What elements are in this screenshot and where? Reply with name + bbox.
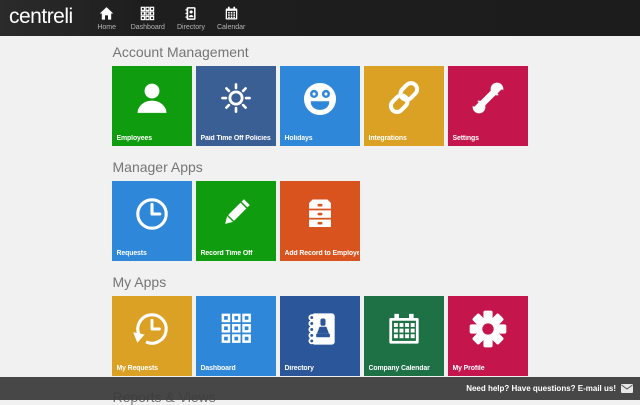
sun-icon xyxy=(215,77,257,124)
tile-company-calendar[interactable]: Company Calendar xyxy=(363,296,444,376)
nav-label: Dashboard xyxy=(130,24,165,31)
tile-record-time-off[interactable]: Record Time Off xyxy=(195,181,276,261)
top-bar: centreli Home Dashboard Directory Calend… xyxy=(0,0,640,36)
nav-label: Calendar xyxy=(216,24,246,31)
chain-link-icon xyxy=(383,77,425,124)
tile-employees[interactable]: Employees xyxy=(111,66,192,146)
home-icon xyxy=(99,4,114,22)
tile-dashboard[interactable]: Dashboard xyxy=(195,296,276,376)
clock-icon xyxy=(130,192,174,241)
tile-label: Dashboard xyxy=(200,365,236,372)
file-drawers-icon xyxy=(299,192,341,239)
person-icon xyxy=(131,77,173,124)
nav-label: Directory xyxy=(176,24,205,31)
nav-label: Home xyxy=(97,24,117,31)
section-title-manager-apps: Manager Apps xyxy=(112,159,203,175)
tile-label: Record Time Off xyxy=(200,250,253,257)
envelope-icon[interactable] xyxy=(621,384,633,393)
notebook-contact-icon xyxy=(298,307,342,356)
tile-row-manager-apps: Requests Record Time Off Add Record to E… xyxy=(111,181,529,261)
gear-icon xyxy=(466,307,510,356)
section-title-my-apps: My Apps xyxy=(112,274,167,290)
tile-label: Holidays xyxy=(284,135,313,142)
nav-item-calendar[interactable]: Calendar xyxy=(211,0,251,31)
tile-label: Requests xyxy=(116,250,147,257)
tile-row-account-management: Employees Paid Time Off Policies Holiday… xyxy=(111,66,529,146)
section-title-account-management: Account Management xyxy=(112,44,249,60)
tile-add-record-to-employee[interactable]: Add Record to Employee xyxy=(279,181,360,261)
tile-paid-time-off-policies[interactable]: Paid Time Off Policies xyxy=(195,66,276,146)
tile-holidays[interactable]: Holidays xyxy=(279,66,360,146)
tile-label: My Requests xyxy=(116,365,159,372)
tile-settings[interactable]: Settings xyxy=(447,66,528,146)
tile-label: Directory xyxy=(284,365,314,372)
footer-bar: Need help? Have questions? E-mail us! xyxy=(0,377,640,400)
tile-row-my-apps: My Requests Dashboard Directory Company … xyxy=(111,296,529,376)
top-nav: Home Dashboard Directory Calendar xyxy=(89,0,252,36)
tile-label: My Profile xyxy=(452,365,485,372)
nav-item-home[interactable]: Home xyxy=(89,0,125,31)
tile-requests[interactable]: Requests xyxy=(111,181,192,261)
tile-label: Employees xyxy=(116,135,153,142)
smiley-icon xyxy=(298,77,342,126)
tile-dashboard-content: Account Management Employees Paid Time O… xyxy=(111,44,529,405)
tile-label: Company Calendar xyxy=(368,365,430,372)
nav-item-directory[interactable]: Directory xyxy=(171,0,211,31)
help-link[interactable]: Need help? Have questions? E-mail us! xyxy=(466,384,616,393)
tile-label: Integrations xyxy=(368,135,407,142)
brand-logo[interactable]: centreli xyxy=(0,5,89,31)
calendar-icon xyxy=(382,307,426,356)
pencil-icon xyxy=(215,192,257,239)
dashboard-grid-icon xyxy=(140,4,155,22)
history-clock-icon xyxy=(130,307,174,356)
dashboard-grid-icon xyxy=(215,307,257,354)
tile-integrations[interactable]: Integrations xyxy=(363,66,444,146)
tile-label: Add Record to Employee xyxy=(284,250,359,257)
nav-item-dashboard[interactable]: Dashboard xyxy=(125,0,171,31)
tile-my-profile[interactable]: My Profile xyxy=(447,296,528,376)
wrench-icon xyxy=(467,77,509,124)
tile-label: Settings xyxy=(452,135,479,142)
tile-label: Paid Time Off Policies xyxy=(200,135,271,142)
tile-my-requests[interactable]: My Requests xyxy=(111,296,192,376)
calendar-icon xyxy=(224,4,239,22)
directory-book-icon xyxy=(183,4,198,22)
tile-directory[interactable]: Directory xyxy=(279,296,360,376)
